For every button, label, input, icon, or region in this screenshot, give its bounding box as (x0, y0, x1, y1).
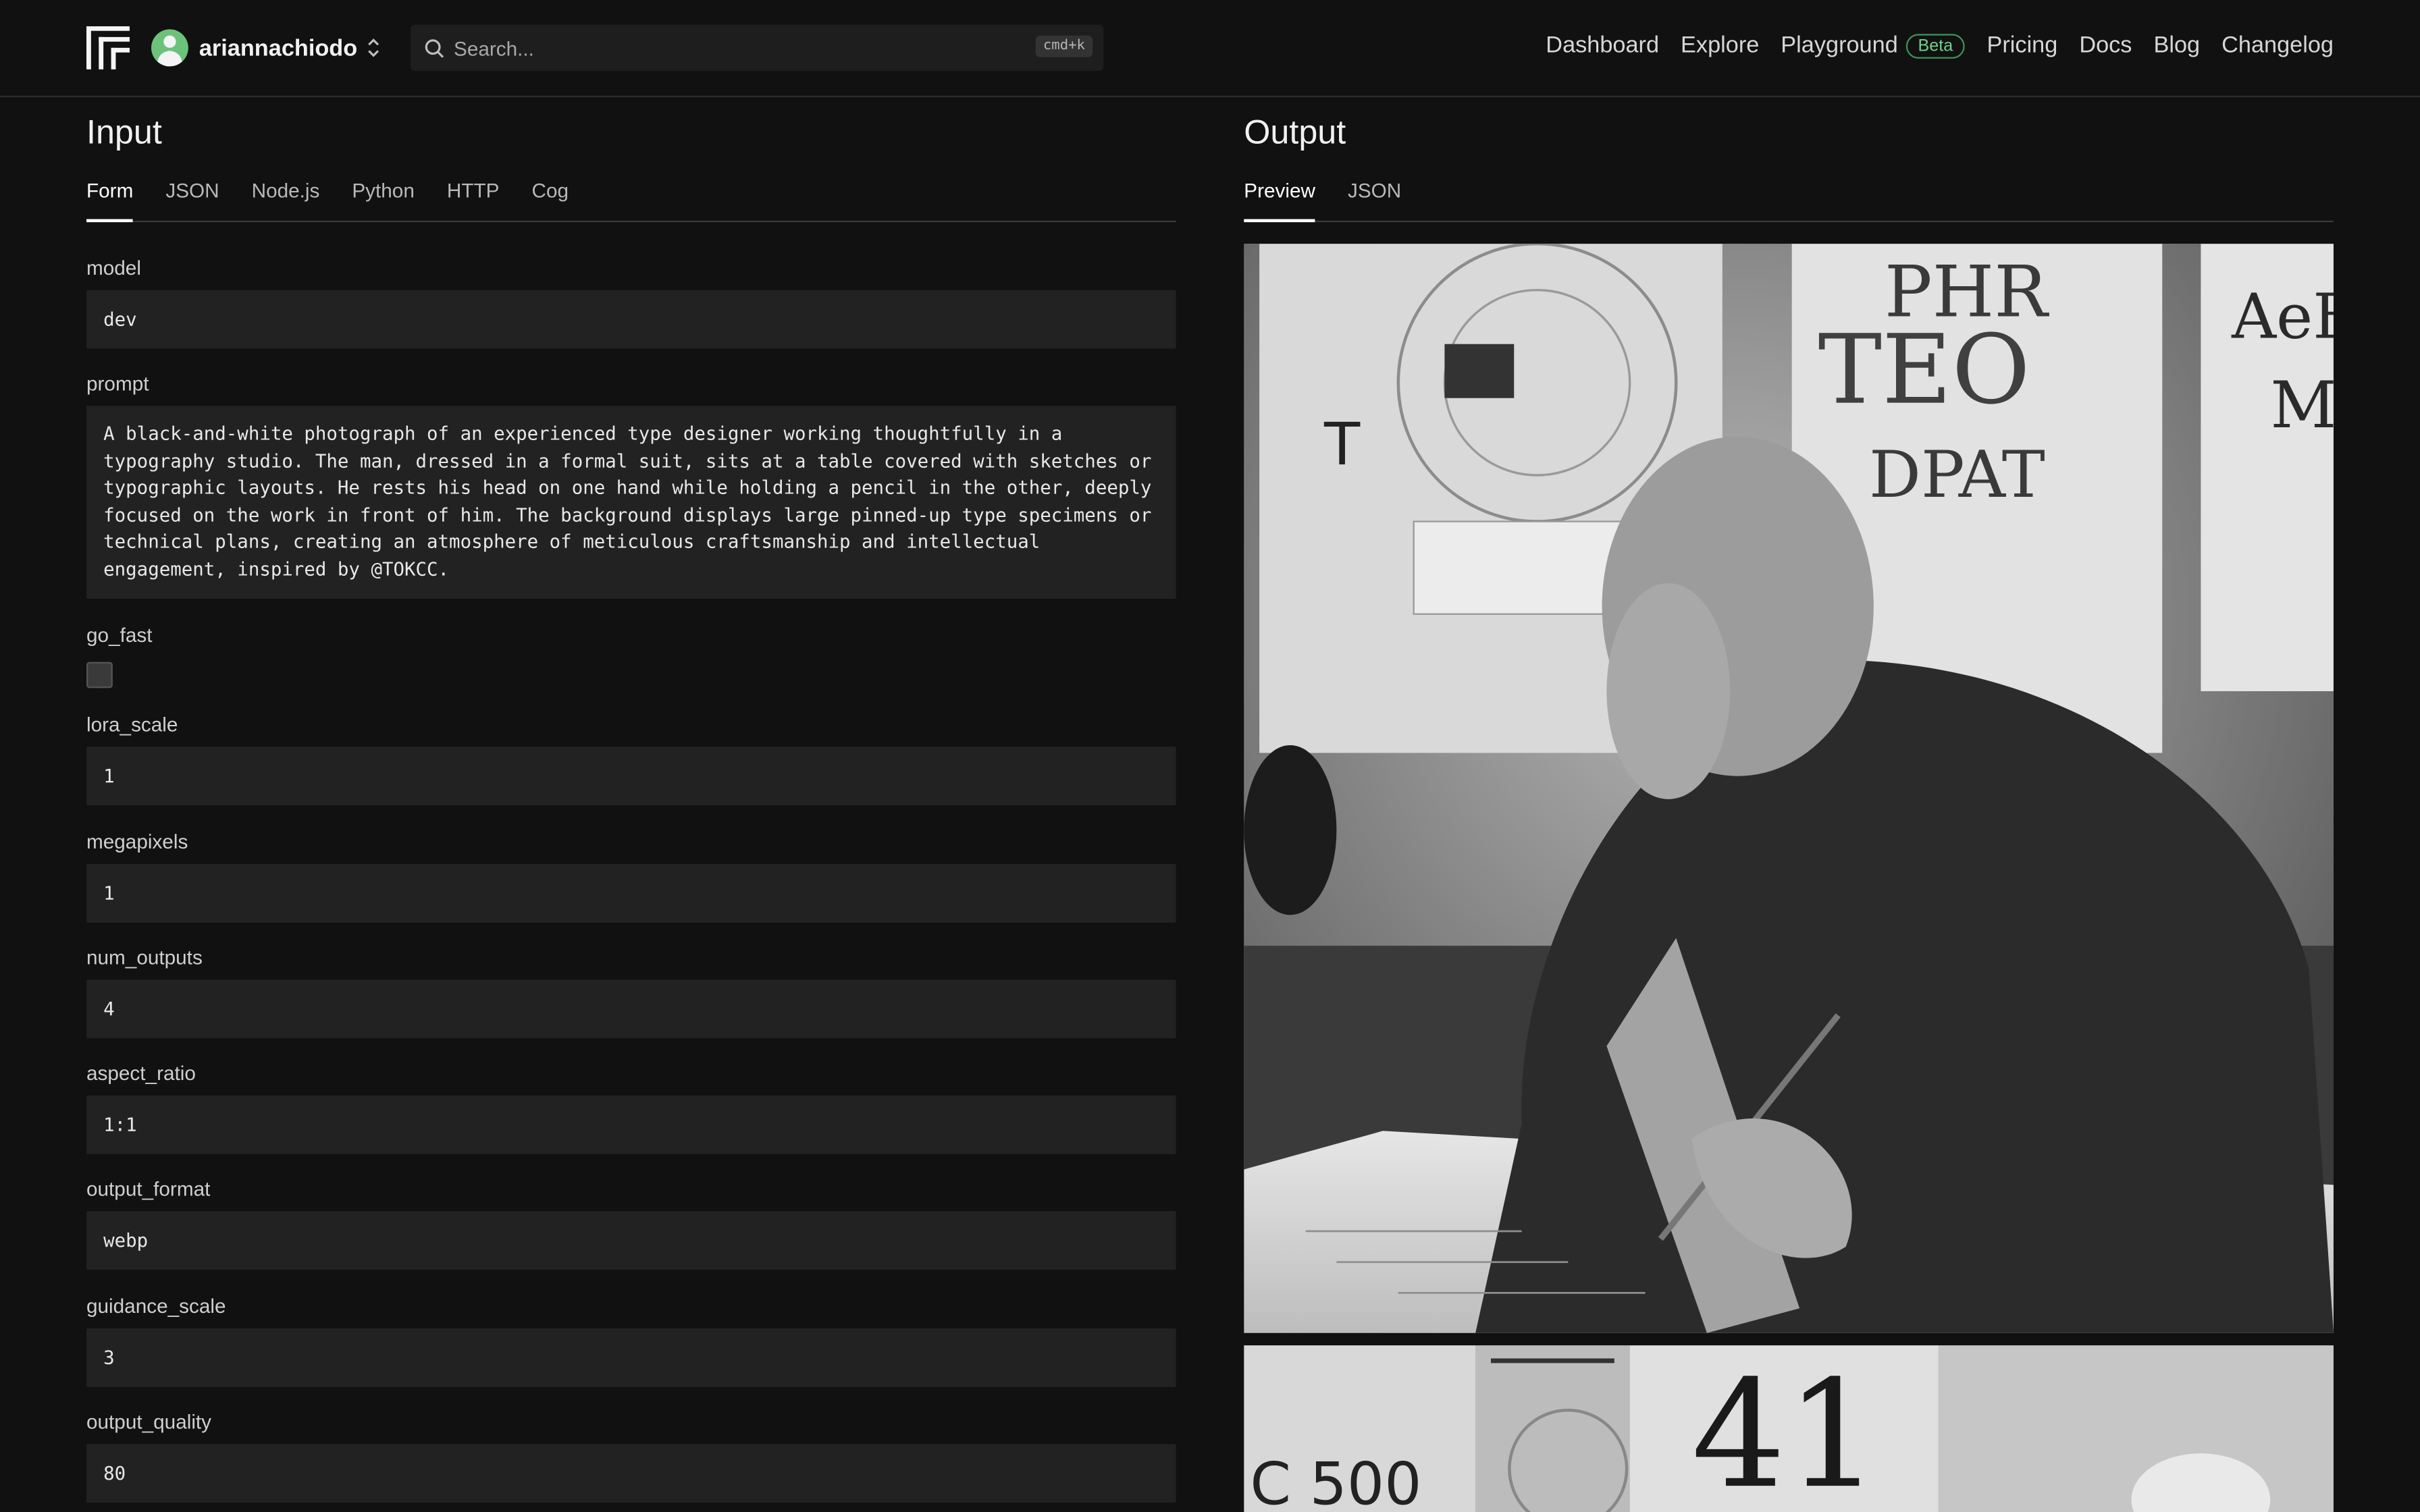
chevron-updown-icon (367, 38, 379, 57)
output-format-label: output_format (86, 1177, 211, 1201)
megapixels-field[interactable]: 1 (86, 863, 1176, 923)
aspect-ratio-label: aspect_ratio (86, 1061, 196, 1085)
output-photo-1 (1244, 244, 2334, 1333)
prompt-label: prompt (86, 371, 149, 396)
tab-preview[interactable]: Preview (1244, 179, 1315, 223)
num-outputs-label: num_outputs (86, 946, 203, 969)
tab-json[interactable]: JSON (165, 179, 219, 222)
avatar (151, 29, 188, 67)
account-switcher[interactable]: ariannachiodo (151, 29, 380, 67)
nav-playground[interactable]: Playground Beta (1781, 32, 1966, 59)
tab-form[interactable]: Form (86, 179, 134, 223)
guidance-scale-label: guidance_scale (86, 1294, 226, 1318)
poster-text-4: AeB (2232, 282, 2334, 354)
replicate-logo-icon[interactable] (86, 26, 130, 70)
megapixels-label: megapixels (86, 830, 188, 853)
tab-http[interactable]: HTTP (447, 179, 500, 222)
main-menu: Dashboard Explore Playground Beta Pricing… (1546, 32, 2334, 59)
num-outputs-field[interactable]: 4 (86, 979, 1176, 1039)
nav-explore[interactable]: Explore (1681, 32, 1759, 59)
output-quality-label: output_quality (86, 1410, 212, 1434)
nav-pricing[interactable]: Pricing (1987, 32, 2058, 59)
guidance-scale-field[interactable]: 3 (86, 1328, 1176, 1387)
aspect-ratio-field[interactable]: 1:1 (86, 1095, 1176, 1154)
poster-text-2: TEO (1818, 313, 2030, 426)
nav-changelog[interactable]: Changelog (2221, 32, 2334, 59)
nav-playground-label: Playground (1781, 32, 1898, 59)
nav-dashboard[interactable]: Dashboard (1546, 32, 1659, 59)
search-icon (425, 38, 444, 57)
poster-text-8: C 500 (1250, 1450, 1422, 1512)
model-field[interactable]: dev (86, 290, 1176, 349)
tab-python[interactable]: Python (352, 179, 415, 222)
input-tabs: Form JSON Node.js Python HTTP Cog (86, 179, 1176, 223)
beta-badge: Beta (1905, 34, 1966, 59)
go-fast-label: go_fast (86, 623, 153, 647)
poster-text-7: 41 (1691, 1348, 1880, 1512)
poster-text-3: DPAT (1868, 436, 2045, 512)
prompt-textarea[interactable]: A black-and-white photograph of an exper… (86, 406, 1176, 599)
nav-docs[interactable]: Docs (2079, 32, 2132, 59)
poster-text-5: Ma (2270, 367, 2334, 443)
output-title: Output (1244, 112, 1346, 151)
tab-nodejs[interactable]: Node.js (252, 179, 320, 222)
tab-cog[interactable]: Cog (531, 179, 569, 222)
tab-output-json[interactable]: JSON (1348, 179, 1401, 222)
lora-scale-field[interactable]: 1 (86, 747, 1176, 806)
search-placeholder: Search... (453, 36, 534, 59)
output-quality-field[interactable]: 80 (86, 1444, 1176, 1503)
output-tabs: Preview JSON (1244, 179, 2334, 223)
go-fast-checkbox[interactable] (86, 662, 113, 688)
top-navbar: ariannachiodo Search... cmd+k Dashboard … (0, 0, 2420, 97)
search-input[interactable]: Search... cmd+k (410, 24, 1104, 72)
search-shortcut-badge: cmd+k (1035, 35, 1093, 57)
output-image-1[interactable]: PHR TEO DPAT AeB Ma T (1244, 244, 2334, 1333)
poster-text-6: T (1324, 410, 1361, 479)
input-title: Input (86, 112, 162, 151)
output-format-field[interactable]: webp (86, 1211, 1176, 1270)
username: ariannachiodo (199, 34, 358, 61)
nav-blog[interactable]: Blog (2153, 32, 2200, 59)
output-image-2[interactable]: 41 C 500 (1244, 1345, 2334, 1512)
model-label: model (86, 256, 141, 279)
lora-scale-label: lora_scale (86, 712, 178, 736)
